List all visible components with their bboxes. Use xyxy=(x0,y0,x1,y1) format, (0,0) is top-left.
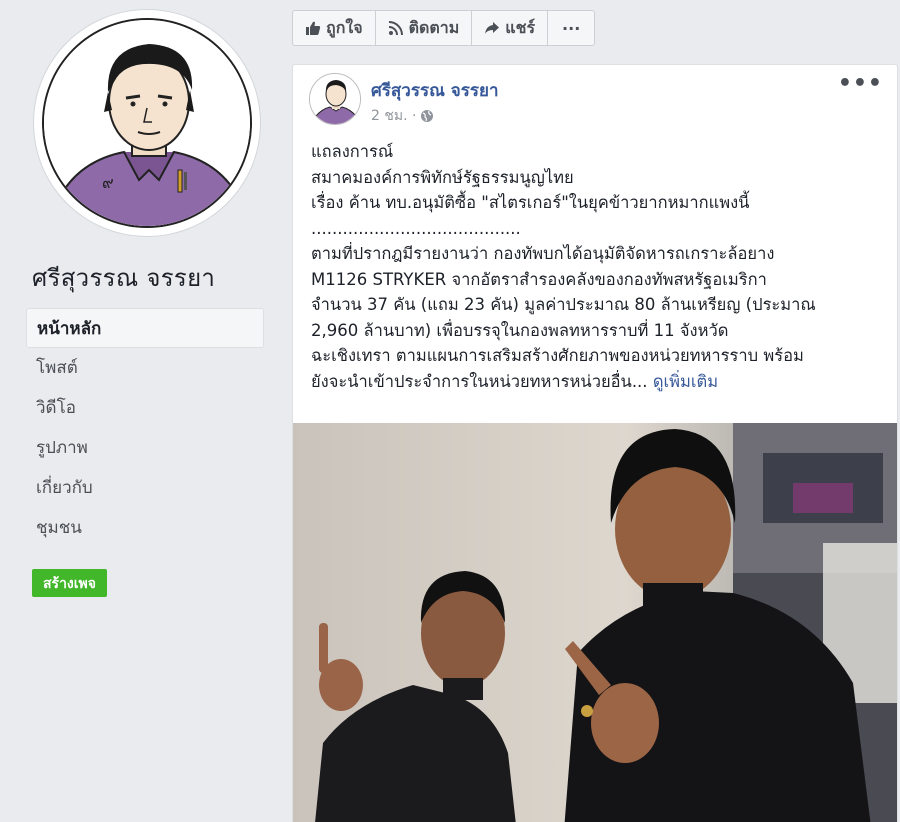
post-photo[interactable] xyxy=(293,423,897,822)
rss-icon xyxy=(388,21,403,36)
follow-button[interactable]: ติดตาม xyxy=(376,11,473,45)
more-options-button[interactable]: ··· xyxy=(548,11,594,45)
see-more-link[interactable]: ดูเพิ่มเติม xyxy=(653,372,718,391)
share-button[interactable]: แชร์ xyxy=(472,11,549,45)
post-options-button[interactable]: ••• xyxy=(838,71,883,96)
post-line: เรื่อง ค้าน ทบ.อนุมัติซื้อ "สไตรเกอร์"ใน… xyxy=(311,193,750,212)
post-line: แถลงการณ์ xyxy=(311,142,394,161)
post-line: สมาคมองค์การพิทักษ์รัฐธรรมนูญไทย xyxy=(311,167,574,187)
post-meta: 2 ชม. · xyxy=(371,105,434,127)
like-label: ถูกใจ xyxy=(326,17,363,37)
post-text: แถลงการณ์ สมาคมองค์การพิทักษ์รัฐธรรมนูญไ… xyxy=(311,139,891,394)
post-line: M1126 STRYKER จากอัตราสำรองคลังของกองทัพ… xyxy=(311,269,767,289)
post-line: จำนวน 37 คัน (แถม 23 คัน) มูลค่าประมาณ 8… xyxy=(311,295,816,314)
nav-item-community[interactable]: ชุมชน xyxy=(26,508,264,548)
page-navigation: หน้าหลัก โพสต์ วิดีโอ รูปภาพ เกี่ยวกับ ช… xyxy=(26,308,264,548)
post-line-truncated: ยังจะนำเข้าประจำการในหน่วยทหารหน่วยอื่น.… xyxy=(311,371,648,391)
follow-label: ติดตาม xyxy=(408,17,460,37)
post-card: ศรีสุวรรณ จรรยา 2 ชม. · ••• แถลงการณ์ สม… xyxy=(292,64,898,822)
post-line: ฉะเชิงเทรา ตามแผนการเสริมสร้างศักยภาพของ… xyxy=(311,346,804,365)
page-name: ศรีสุวรรณ จรรยา xyxy=(32,264,216,292)
like-button[interactable]: ถูกใจ xyxy=(293,11,376,45)
post-line: 2,960 ล้านบาท) เพื่อบรรจุในกองพลทหารราบท… xyxy=(311,320,729,340)
post-author-avatar[interactable] xyxy=(309,73,361,125)
svg-text:๙: ๙ xyxy=(102,173,114,192)
thumbs-up-icon xyxy=(306,21,321,35)
nav-item-posts[interactable]: โพสต์ xyxy=(26,348,264,388)
page-action-bar: ถูกใจ ติดตาม แชร์ ··· xyxy=(292,10,596,46)
nav-item-about[interactable]: เกี่ยวกับ xyxy=(26,468,264,508)
post-line: ........................................ xyxy=(311,218,521,238)
cartoon-avatar-image: ๙ xyxy=(42,18,252,228)
nav-item-videos[interactable]: วิดีโอ xyxy=(26,388,264,428)
post-line-last: ยังจะนำเข้าประจำการในหน่วยทหารหน่วยอื่น.… xyxy=(311,369,891,395)
globe-icon xyxy=(421,110,434,122)
share-label: แชร์ xyxy=(505,17,536,37)
profile-picture[interactable]: ๙ xyxy=(34,10,260,236)
post-timestamp[interactable]: 2 ชม. · xyxy=(371,105,416,127)
post-line: ตามที่ปรากฎมีรายงานว่า กองทัพบกได้อนุมัต… xyxy=(311,244,775,263)
nav-item-home[interactable]: หน้าหลัก xyxy=(26,308,264,348)
post-author-name[interactable]: ศรีสุวรรณ จรรยา xyxy=(371,77,499,104)
nav-item-photos[interactable]: รูปภาพ xyxy=(26,428,264,468)
left-column: ๙ ศรีสุวรรณ จรรยา หน้าหลัก โพสต์ วิดีโอ … xyxy=(0,0,278,822)
share-arrow-icon xyxy=(485,22,500,34)
create-page-button[interactable]: สร้างเพจ xyxy=(32,569,107,597)
